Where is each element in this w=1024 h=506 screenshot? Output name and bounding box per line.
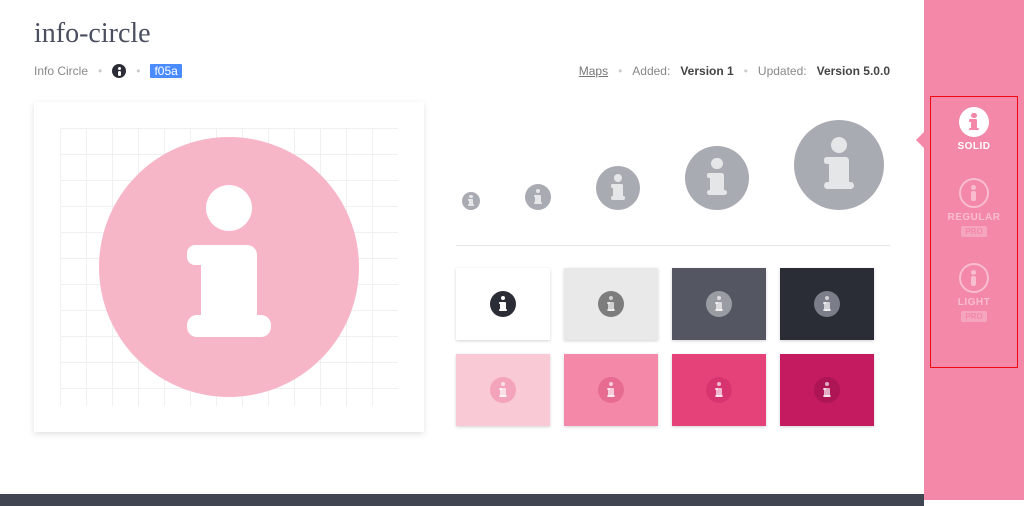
info-circle-icon <box>959 263 989 293</box>
color-swatch[interactable] <box>564 268 658 340</box>
info-circle-icon <box>462 192 480 210</box>
style-list: SOLID REGULAR PRO LIGHT PRO <box>930 96 1018 368</box>
color-swatch[interactable] <box>456 354 550 426</box>
main-content: info-circle Info Circle • • f05a Maps • … <box>0 0 924 500</box>
pro-badge: PRO <box>961 226 986 237</box>
info-circle-icon <box>490 291 516 317</box>
size-sample[interactable] <box>794 120 884 215</box>
separator-dot: • <box>618 64 622 78</box>
style-solid[interactable]: SOLID <box>931 107 1017 152</box>
size-sample[interactable] <box>525 184 551 215</box>
page-title: info-circle <box>34 18 890 50</box>
separator-dot: • <box>136 64 140 78</box>
info-circle-icon <box>596 166 640 210</box>
added-value: Version 1 <box>680 64 733 78</box>
added-label: Added: <box>632 64 670 78</box>
info-circle-icon <box>706 291 732 317</box>
icon-display-name: Info Circle <box>34 64 88 78</box>
sidebar-pointer <box>916 132 924 148</box>
info-circle-icon <box>794 120 884 210</box>
style-sidebar: SOLID REGULAR PRO LIGHT PRO <box>924 0 1024 500</box>
info-circle-icon <box>814 291 840 317</box>
info-circle-icon <box>598 291 624 317</box>
color-swatch[interactable] <box>780 268 874 340</box>
unicode-value[interactable]: f05a <box>150 64 181 78</box>
meta-row: Info Circle • • f05a Maps • Added: Versi… <box>34 64 890 78</box>
info-circle-icon <box>99 137 359 397</box>
footer-bar <box>0 494 924 506</box>
color-swatch[interactable] <box>672 268 766 340</box>
separator-dot: • <box>744 64 748 78</box>
updated-value: Version 5.0.0 <box>817 64 890 78</box>
pro-badge: PRO <box>961 311 986 322</box>
size-scale-row <box>456 102 890 245</box>
style-label: REGULAR <box>948 212 1001 223</box>
color-swatch[interactable] <box>672 354 766 426</box>
color-swatch[interactable] <box>564 354 658 426</box>
style-label: SOLID <box>957 141 990 152</box>
style-light[interactable]: LIGHT PRO <box>931 263 1017 322</box>
style-regular[interactable]: REGULAR PRO <box>931 178 1017 237</box>
info-circle-icon <box>814 377 840 403</box>
updated-label: Updated: <box>758 64 807 78</box>
info-circle-icon <box>959 107 989 137</box>
color-swatch[interactable] <box>456 268 550 340</box>
info-circle-icon <box>598 377 624 403</box>
info-circle-icon <box>525 184 551 210</box>
size-sample[interactable] <box>685 146 749 215</box>
separator-dot: • <box>98 64 102 78</box>
category-link[interactable]: Maps <box>579 64 608 78</box>
meta-mini-icon <box>112 64 126 78</box>
info-circle-icon <box>706 377 732 403</box>
info-circle-icon <box>959 178 989 208</box>
color-swatch[interactable] <box>780 354 874 426</box>
size-sample[interactable] <box>596 166 640 215</box>
color-swatch-grid <box>456 268 890 426</box>
info-circle-icon <box>685 146 749 210</box>
size-sample[interactable] <box>462 192 480 215</box>
info-circle-icon <box>490 377 516 403</box>
style-label: LIGHT <box>958 297 991 308</box>
icon-preview-card <box>34 102 424 432</box>
divider <box>456 245 890 246</box>
